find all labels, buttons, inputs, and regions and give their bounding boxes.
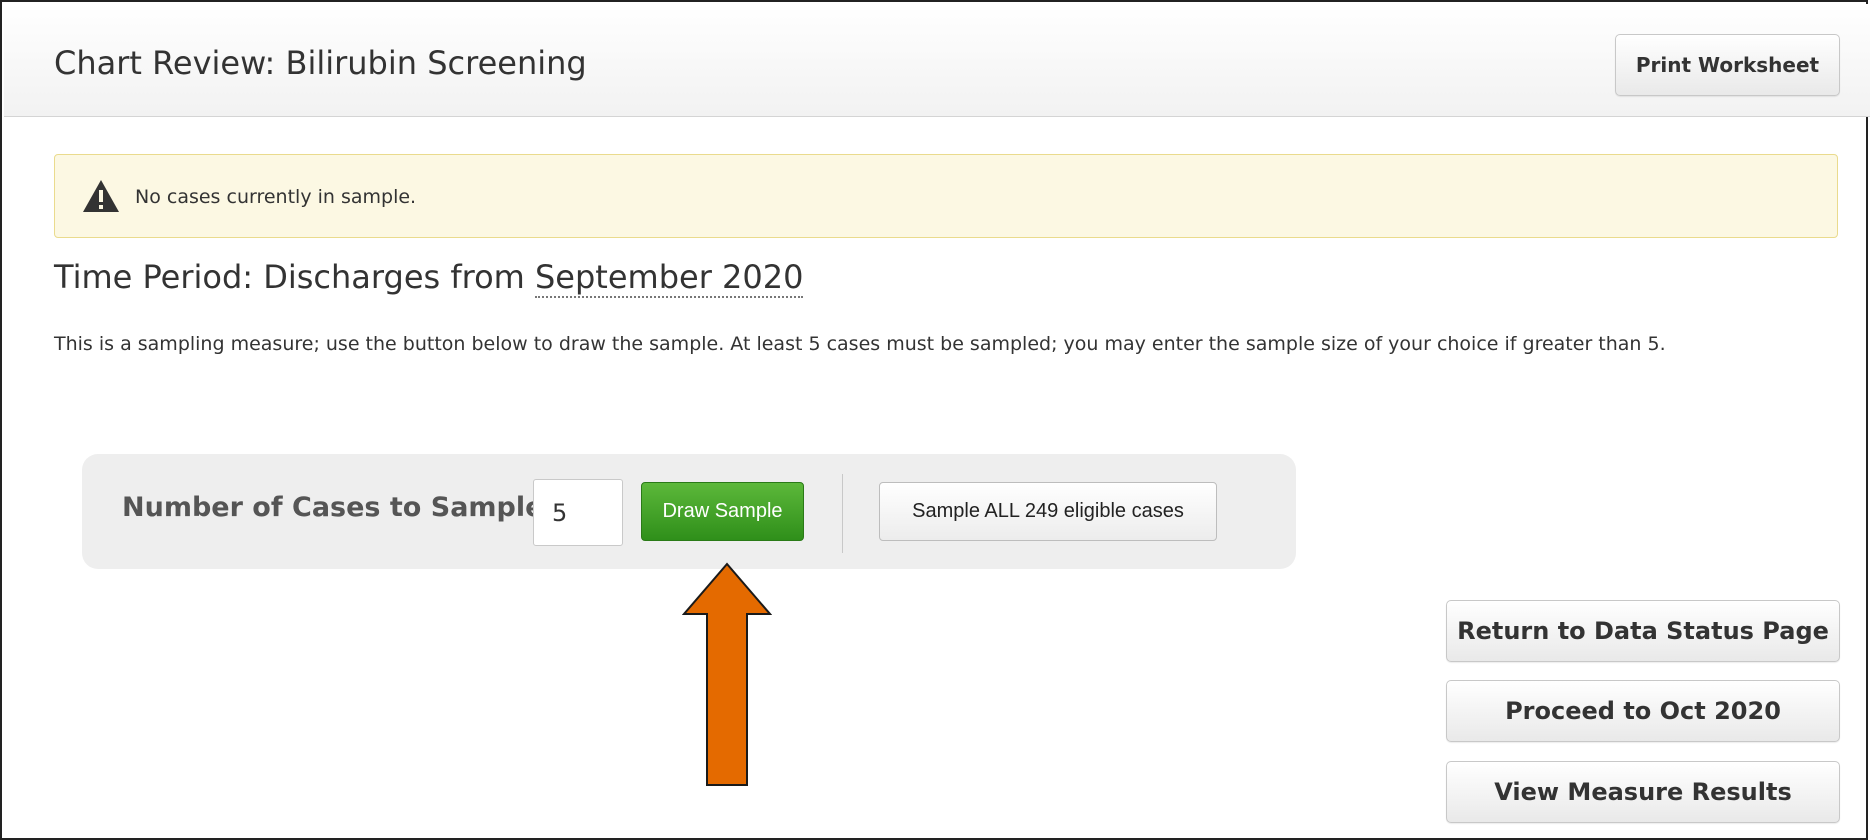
time-period-month-link[interactable]: September 2020	[534, 258, 804, 298]
sample-count-label: Number of Cases to Sample:	[122, 492, 555, 523]
sample-panel: Number of Cases to Sample: Draw Sample S…	[82, 454, 1296, 569]
page-frame: Chart Review: Bilirubin Screening Print …	[0, 0, 1870, 840]
draw-sample-button[interactable]: Draw Sample	[641, 482, 804, 541]
sampling-description: This is a sampling measure; use the butt…	[54, 333, 1666, 355]
panel-divider	[842, 474, 843, 553]
print-worksheet-button[interactable]: Print Worksheet	[1615, 34, 1840, 96]
time-period-prefix: Time Period: Discharges from	[54, 258, 535, 296]
warning-alert: No cases currently in sample.	[54, 154, 1838, 238]
view-measure-results-button[interactable]: View Measure Results	[1446, 761, 1840, 823]
proceed-to-next-month-button[interactable]: Proceed to Oct 2020	[1446, 680, 1840, 742]
sample-count-input[interactable]	[533, 479, 623, 546]
return-to-data-status-button[interactable]: Return to Data Status Page	[1446, 600, 1840, 662]
orange-up-arrow-icon	[682, 562, 772, 786]
sample-all-button[interactable]: Sample ALL 249 eligible cases	[879, 482, 1217, 541]
warning-icon	[83, 180, 119, 212]
time-period-heading: Time Period: Discharges from September 2…	[54, 258, 804, 298]
alert-message: No cases currently in sample.	[135, 186, 417, 208]
page-header: Chart Review: Bilirubin Screening Print …	[4, 4, 1870, 117]
page-title: Chart Review: Bilirubin Screening	[54, 44, 587, 82]
